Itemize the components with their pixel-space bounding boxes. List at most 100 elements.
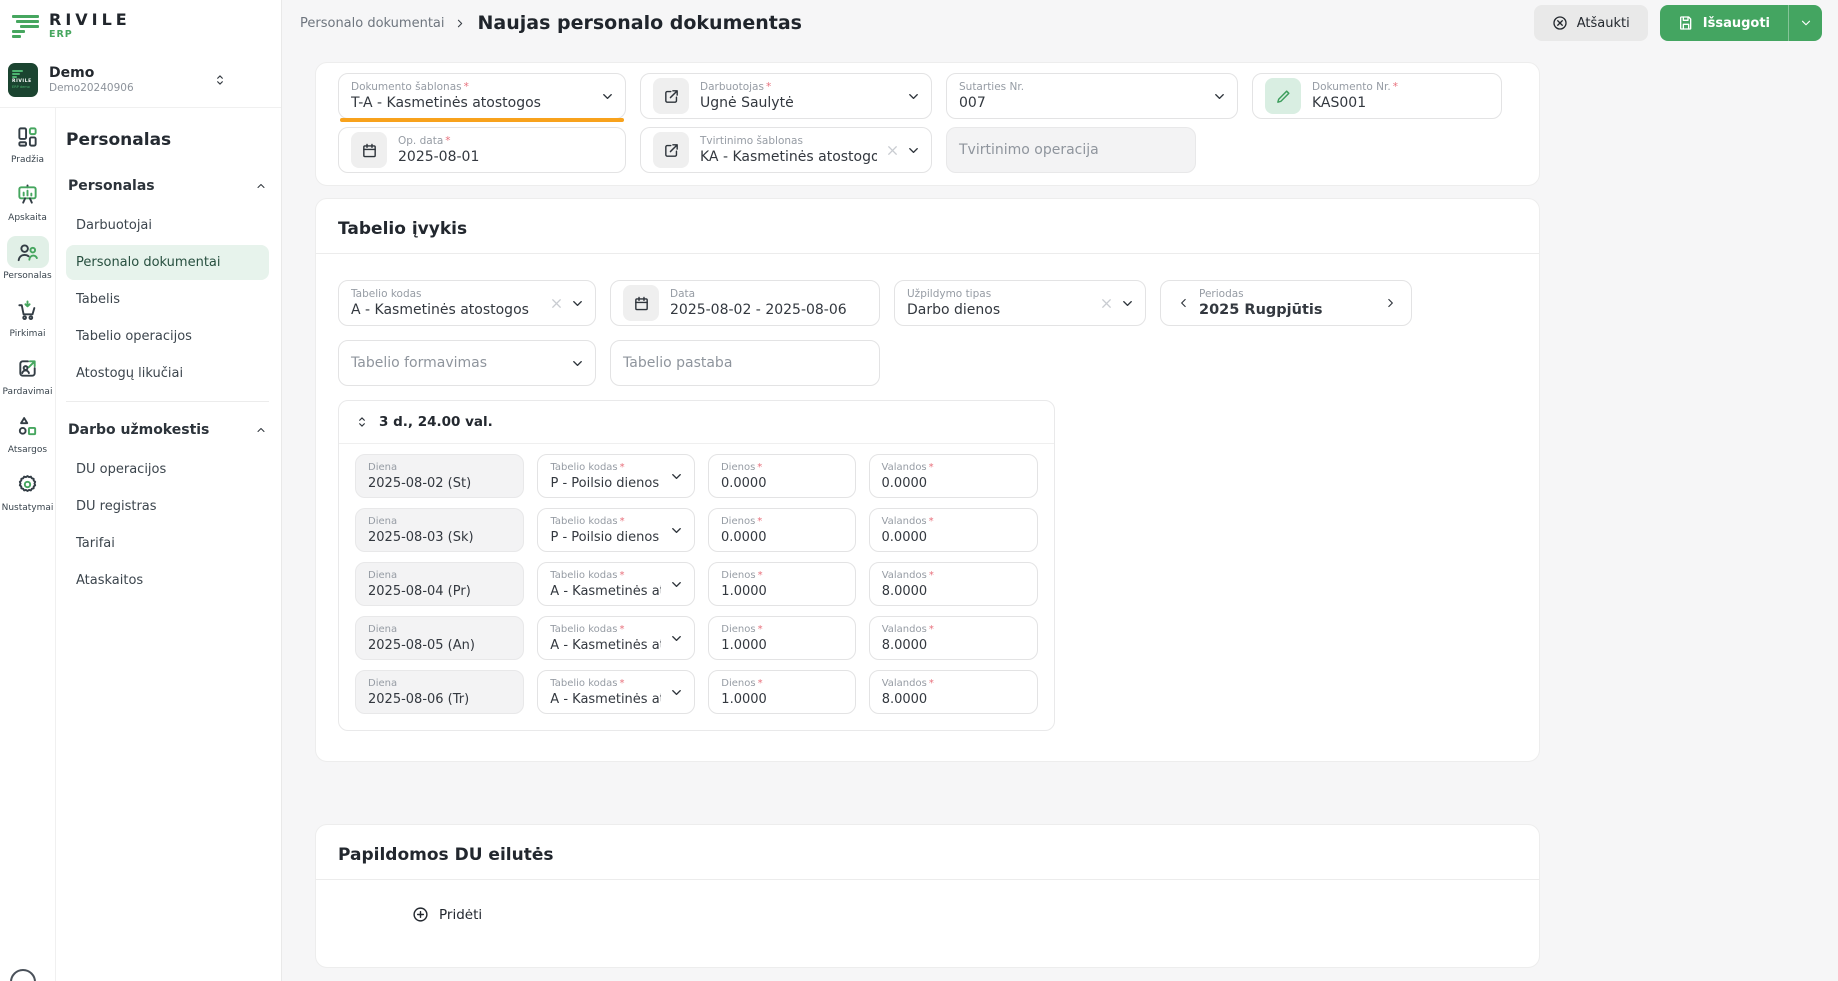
chevron-down-icon[interactable] — [1120, 296, 1135, 311]
chevron-down-icon[interactable] — [669, 469, 684, 484]
op-data-field[interactable]: Op. data* 2025-08-01 — [338, 127, 626, 173]
period-prev-button[interactable] — [1173, 296, 1195, 310]
day-row: Diena 2025-08-03 (Sk) Tabelio kodas* P -… — [355, 508, 1038, 552]
app-logo[interactable]: RIVILE ERP — [0, 0, 281, 52]
darbuotojas-value: Ugnė Saulytė — [700, 95, 794, 111]
tvirtinimo-sablonas-value: KA - Kasmetinės atostogos — [700, 149, 877, 165]
sidebar-item-du-operacijos[interactable]: DU operacijos — [66, 452, 269, 487]
dokumento-nr-field[interactable]: Dokumento Nr.* KAS001 — [1252, 73, 1502, 119]
reorder-icon[interactable] — [355, 415, 369, 429]
calendar-icon[interactable] — [623, 285, 659, 321]
diena-field: Diena 2025-08-02 (Št) — [355, 454, 524, 498]
sidebar-item-tarifai[interactable]: Tarifai — [66, 526, 269, 561]
sales-icon — [6, 352, 48, 384]
chevron-down-icon[interactable] — [1212, 89, 1227, 104]
valandos-field[interactable]: Valandos* 8.0000 — [869, 562, 1038, 606]
sutarties-nr-field[interactable]: Sutarties Nr. 007 — [946, 73, 1238, 119]
chevron-down-icon[interactable] — [669, 523, 684, 538]
uzpildymo-tipas-value: Darbo dienos — [907, 302, 1000, 318]
tabelio-pastaba-field[interactable]: Tabelio pastaba — [610, 340, 880, 386]
chevron-down-icon[interactable] — [669, 685, 684, 700]
workspace-avatar: RIVILEERP demo — [8, 63, 38, 97]
periodas-value: 2025 Rugpjūtis — [1199, 302, 1322, 318]
rail-item-pirkimai[interactable]: Pirkimai — [7, 294, 49, 339]
rail-item-pradzia[interactable]: Pradžia — [7, 120, 49, 165]
dienos-field[interactable]: Dienos* 1.0000 — [708, 562, 855, 606]
sidebar-item-tabelio-operacijos[interactable]: Tabelio operacijos — [66, 319, 269, 354]
tabelio-kodas-field[interactable]: Tabelio kodas A - Kasmetinės atostogos — [338, 280, 596, 326]
workspace-code: Demo20240906 — [49, 82, 134, 94]
section-personalas[interactable]: Personalas — [66, 170, 269, 202]
cancel-button[interactable]: Atšaukti — [1534, 5, 1648, 41]
sidebar-item-ataskaitos[interactable]: Ataskaitos — [66, 563, 269, 598]
save-button[interactable]: Išsaugoti — [1660, 5, 1788, 41]
chevron-down-icon[interactable] — [570, 296, 585, 311]
sidebar-item-personalo-dokumentai[interactable]: Personalo dokumentai — [66, 245, 269, 280]
page-header: Personalo dokumentai Naujas personalo do… — [282, 0, 1838, 46]
tabelio-kodas-row-field[interactable]: Tabelio kodas* P - Poilsio dienos — [537, 508, 695, 552]
open-external-icon[interactable] — [653, 132, 689, 168]
valandos-field[interactable]: Valandos* 8.0000 — [869, 670, 1038, 714]
content-area: Dokumento šablonas* T-A - Kasmetinės ato… — [282, 46, 1838, 981]
calendar-icon[interactable] — [351, 132, 387, 168]
people-icon — [7, 236, 49, 268]
clear-icon[interactable] — [885, 143, 900, 158]
sidebar-item-tabelis[interactable]: Tabelis — [66, 282, 269, 317]
rail-item-apskaita[interactable]: Apskaita — [7, 178, 49, 223]
workspace-selector[interactable]: RIVILEERP demo Demo Demo20240906 — [0, 52, 281, 108]
clear-icon[interactable] — [1099, 296, 1114, 311]
tabelio-kodas-row-field[interactable]: Tabelio kodas* P - Poilsio dienos — [537, 454, 695, 498]
valandos-field[interactable]: Valandos* 0.0000 — [869, 508, 1038, 552]
section-darbo-uzmokestis[interactable]: Darbo užmokestis — [66, 414, 269, 446]
dokumento-sablonas-field[interactable]: Dokumento šablonas* T-A - Kasmetinės ato… — [338, 73, 626, 119]
chevron-up-icon — [255, 180, 267, 192]
dienos-field[interactable]: Dienos* 1.0000 — [708, 670, 855, 714]
darbuotojas-field[interactable]: Darbuotojas* Ugnė Saulytė — [640, 73, 932, 119]
data-value: 2025-08-02 - 2025-08-06 — [670, 302, 847, 318]
period-next-button[interactable] — [1379, 296, 1401, 310]
data-field[interactable]: Data 2025-08-02 - 2025-08-06 — [610, 280, 880, 326]
tabelio-kodas-row-field[interactable]: Tabelio kodas* A - Kasmetinės atostogos — [537, 616, 695, 660]
diena-field: Diena 2025-08-06 (Tr) — [355, 670, 524, 714]
valandos-field[interactable]: Valandos* 0.0000 — [869, 454, 1038, 498]
tabelio-kodas-row-field[interactable]: Tabelio kodas* A - Kasmetinės atostogos — [537, 562, 695, 606]
periodas-field: Periodas 2025 Rugpjūtis — [1160, 280, 1412, 326]
sidebar-panel: Personalas Personalas Darbuotojai Person… — [56, 108, 281, 981]
breadcrumb-link[interactable]: Personalo dokumentai — [300, 16, 445, 31]
open-external-icon[interactable] — [653, 78, 689, 114]
uzpildymo-tipas-field[interactable]: Užpildymo tipas Darbo dienos — [894, 280, 1146, 326]
rail-item-pardavimai[interactable]: Pardavimai — [3, 352, 53, 397]
tabelio-kodas-row-field[interactable]: Tabelio kodas* A - Kasmetinės atostogos — [537, 670, 695, 714]
dienos-field[interactable]: Dienos* 0.0000 — [708, 508, 856, 552]
chevron-down-icon[interactable] — [669, 577, 684, 592]
chevron-down-icon[interactable] — [669, 631, 684, 646]
add-du-row-button[interactable]: Pridėti — [412, 906, 482, 923]
valandos-field[interactable]: Valandos* 8.0000 — [869, 616, 1038, 660]
rail-item-nustatymai[interactable]: Nustatymai — [2, 468, 54, 513]
rail-item-atsargos[interactable]: Atsargos — [7, 410, 49, 455]
save-more-button[interactable] — [1788, 5, 1822, 41]
save-icon — [1678, 15, 1694, 31]
chevron-right-icon — [453, 17, 466, 30]
workspace-switch-icon[interactable] — [213, 73, 227, 87]
dokumento-nr-value: KAS001 — [1312, 95, 1398, 111]
clear-icon[interactable] — [549, 296, 564, 311]
shapes-icon — [7, 410, 49, 442]
day-row: Diena 2025-08-04 (Pr) Tabelio kodas* A -… — [355, 562, 1038, 606]
pencil-icon[interactable] — [1265, 78, 1301, 114]
sidebar-item-darbuotojai[interactable]: Darbuotojai — [66, 208, 269, 243]
dienos-field[interactable]: Dienos* 0.0000 — [708, 454, 856, 498]
tabelio-formavimas-field[interactable]: Tabelio formavimas — [338, 340, 596, 386]
tabelio-ivykis-card: Tabelio įvykis Tabelio kodas A - Kasmeti… — [315, 198, 1540, 762]
chevron-down-icon[interactable] — [600, 89, 615, 104]
sidebar-item-du-registras[interactable]: DU registras — [66, 489, 269, 524]
rail-item-personalas[interactable]: Personalas — [3, 236, 51, 281]
tabelio-kodas-value: A - Kasmetinės atostogos — [351, 302, 529, 318]
chevron-down-icon[interactable] — [906, 143, 921, 158]
chart-board-icon — [7, 178, 49, 210]
chevron-down-icon[interactable] — [570, 356, 585, 371]
dienos-field[interactable]: Dienos* 1.0000 — [708, 616, 855, 660]
tvirtinimo-sablonas-field[interactable]: Tvirtinimo šablonas KA - Kasmetinės atos… — [640, 127, 932, 173]
sidebar-item-atostogu-likuciai[interactable]: Atostogų likučiai — [66, 356, 269, 391]
chevron-down-icon[interactable] — [906, 89, 921, 104]
